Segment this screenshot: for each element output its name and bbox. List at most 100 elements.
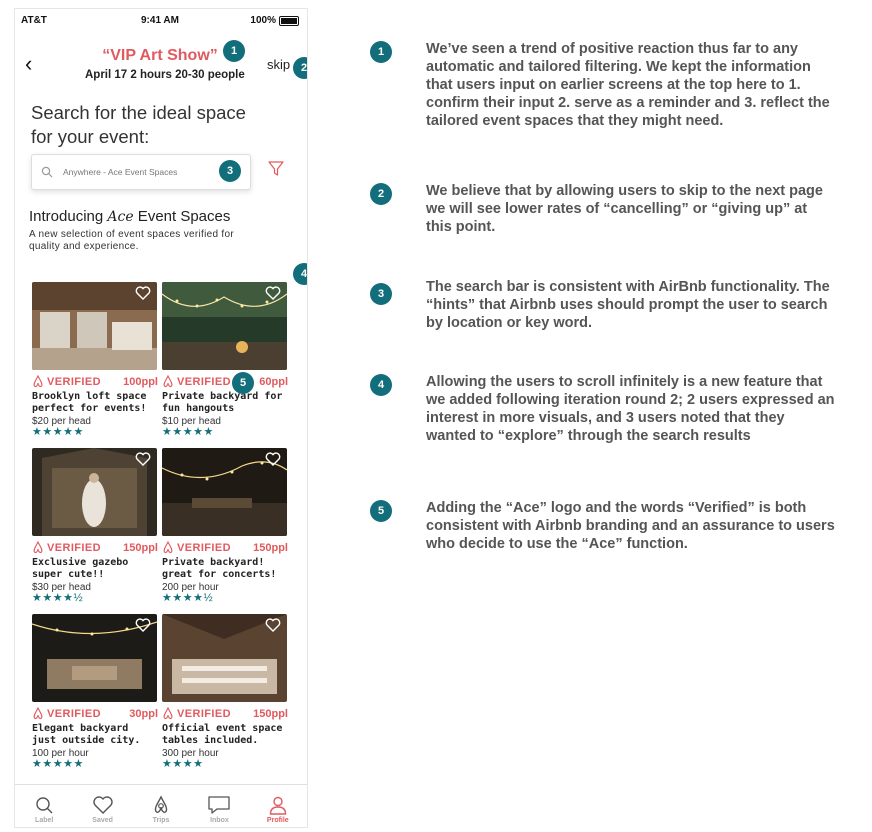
listing-photo — [32, 614, 157, 702]
annotation-marker-3: 3 — [219, 160, 241, 182]
ace-intro-description: A new selection of event spaces verified… — [29, 229, 234, 252]
listing-photo — [162, 448, 287, 536]
annotation-marker-5: 5 — [232, 372, 254, 394]
ace-logo: Ace — [107, 209, 134, 225]
note-text-1: We’ve seen a trend of positive reaction … — [426, 41, 830, 129]
tab-inbox[interactable]: Inbox — [190, 785, 248, 827]
rating-stars: ★★★★ — [162, 758, 204, 770]
tab-saved[interactable]: Saved — [73, 785, 131, 827]
verified-row: VERIFIED 150ppl — [162, 707, 288, 720]
tab-profile[interactable]: Profile — [249, 785, 307, 827]
intro-prefix: Introducing — [29, 208, 108, 225]
capacity-label: 150ppl — [253, 707, 288, 720]
verified-row: VERIFIED 60ppl — [162, 375, 288, 388]
note-marker-2: 2 — [370, 183, 392, 205]
phone-screen: AT&T 9:41 AM 100% ‹ “VIP Art Show” April… — [14, 8, 308, 828]
airbnb-logo-icon — [33, 707, 43, 719]
listing-photo — [162, 614, 287, 702]
skip-button[interactable]: skip — [267, 57, 290, 72]
message-icon — [208, 796, 231, 814]
search-placeholder: Anywhere - Ace Event Spaces — [63, 167, 178, 177]
tab-trips[interactable]: Trips — [132, 785, 190, 827]
search-icon — [36, 797, 53, 814]
heart-icon — [92, 796, 113, 814]
tab-trips-text: Trips — [152, 817, 170, 824]
rating-stars: ★★★★★ — [32, 758, 84, 770]
airbnb-logo-icon — [33, 375, 43, 387]
listing-photo — [162, 282, 287, 370]
save-heart-icon[interactable] — [135, 618, 151, 632]
listing-card[interactable]: VERIFIED 150ppl Official event space tab… — [162, 614, 288, 770]
battery-percent: 100% — [250, 15, 276, 26]
verified-row: VERIFIED 30ppl — [32, 707, 158, 720]
note-text-4: Allowing the users to scroll infinitely … — [426, 374, 835, 444]
status-time: 9:41 AM — [141, 15, 179, 26]
tab-saved-text: Saved — [92, 817, 113, 824]
listing-title: Brooklyn loft space perfect for events! — [32, 391, 147, 414]
listing-title: Private backyard for fun hangouts — [162, 391, 283, 414]
rating-stars: ★★★★★ — [162, 426, 214, 438]
airbnb-logo-icon — [163, 541, 173, 553]
ace-intro-heading: Introducing Ace Event Spaces — [29, 208, 230, 225]
verified-label: VERIFIED — [177, 375, 231, 388]
verified-label: VERIFIED — [47, 375, 101, 388]
listing-title: Official event space tables included. — [162, 723, 283, 746]
note-marker-3: 3 — [370, 283, 392, 305]
rating-stars: ★★★★½ — [162, 592, 214, 604]
verified-label: VERIFIED — [177, 707, 231, 720]
annotation-marker-1: 1 — [223, 40, 245, 62]
verified-label: VERIFIED — [47, 541, 101, 554]
filter-icon[interactable] — [267, 159, 285, 177]
listing-card[interactable]: VERIFIED 150ppl Private backyard! great … — [162, 448, 288, 604]
tab-label[interactable]: Label — [15, 785, 73, 827]
save-heart-icon[interactable] — [265, 452, 281, 466]
listing-card[interactable]: VERIFIED 100ppl Brooklyn loft space perf… — [32, 282, 158, 438]
tab-profile-text: Profile — [266, 817, 289, 824]
rating-stars: ★★★★½ — [32, 592, 84, 604]
note-marker-5: 5 — [370, 500, 392, 522]
save-heart-icon[interactable] — [135, 452, 151, 466]
event-title: “VIP Art Show” — [102, 47, 218, 64]
airbnb-logo-icon — [163, 375, 173, 387]
verified-row: VERIFIED 100ppl — [32, 375, 158, 388]
listing-card[interactable]: VERIFIED 60ppl Private backyard for fun … — [162, 282, 288, 438]
status-bar: AT&T 9:41 AM 100% — [15, 9, 307, 31]
annotation-marker-4: 4 — [293, 263, 307, 285]
note-text-5: Adding the “Ace” logo and the words “Ver… — [426, 500, 835, 552]
listing-card[interactable]: VERIFIED 150ppl Exclusive gazebo super c… — [32, 448, 158, 604]
search-bar[interactable]: Anywhere - Ace Event Spaces — [31, 154, 251, 190]
verified-row: VERIFIED 150ppl — [32, 541, 158, 554]
capacity-label: 100ppl — [123, 375, 158, 388]
save-heart-icon[interactable] — [265, 618, 281, 632]
carrier-label: AT&T — [21, 15, 47, 26]
capacity-label: 30ppl — [129, 707, 158, 720]
search-icon — [41, 166, 53, 178]
save-heart-icon[interactable] — [265, 286, 281, 300]
note-marker-4: 4 — [370, 374, 392, 396]
verified-label: VERIFIED — [47, 707, 101, 720]
listing-card[interactable]: VERIFIED 30ppl Elegant backyard just out… — [32, 614, 158, 770]
note-text-3: The search bar is consistent with AirBnb… — [426, 279, 830, 331]
listing-photo — [32, 282, 157, 370]
save-heart-icon[interactable] — [135, 286, 151, 300]
battery-icon — [279, 15, 299, 26]
airbnb-logo-icon — [33, 541, 43, 553]
listing-title: Private backyard! great for concerts! — [162, 557, 277, 580]
airbnb-logo-icon — [163, 707, 173, 719]
verified-row: VERIFIED 150ppl — [162, 541, 288, 554]
battery-indicator: 100% — [250, 15, 299, 26]
note-marker-1: 1 — [370, 41, 392, 63]
tab-inbox-text: Inbox — [210, 817, 229, 824]
listing-photo — [32, 448, 157, 536]
airbnb-logo-icon — [154, 795, 168, 813]
capacity-label: 150ppl — [253, 541, 288, 554]
verified-label: VERIFIED — [177, 541, 231, 554]
profile-icon — [269, 796, 287, 815]
rating-stars: ★★★★★ — [32, 426, 84, 438]
intro-suffix: Event Spaces — [133, 208, 231, 225]
page-headline: Search for the ideal space for your even… — [31, 102, 246, 147]
back-chevron-icon[interactable]: ‹ — [25, 51, 32, 77]
listing-title: Exclusive gazebo super cute!! — [32, 557, 129, 580]
tab-label-text: Label — [35, 817, 54, 824]
note-text-2: We believe that by allowing users to ski… — [426, 183, 823, 235]
